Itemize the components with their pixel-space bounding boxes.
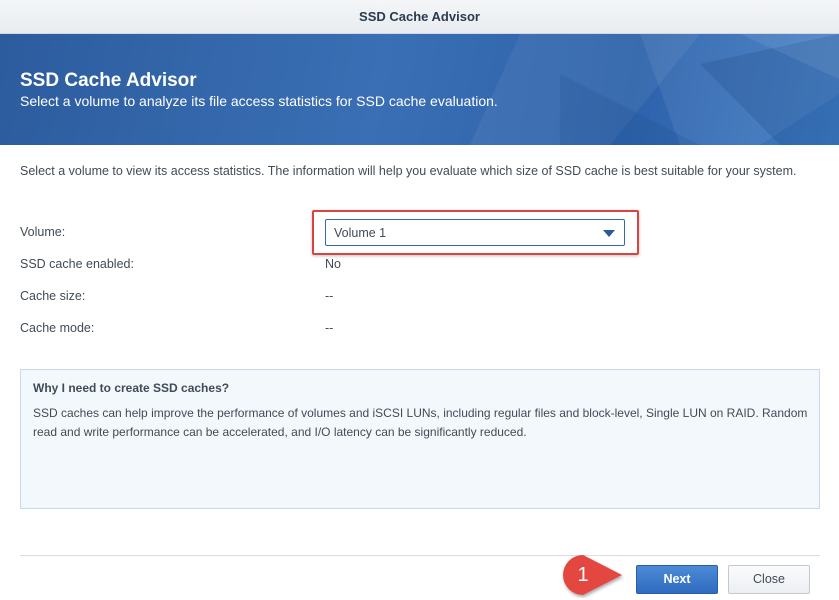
banner-subtitle: Select a volume to analyze its file acce… bbox=[20, 93, 498, 109]
cache-size-label: Cache size: bbox=[20, 289, 86, 303]
info-body: SSD caches can help improve the performa… bbox=[33, 406, 808, 439]
chevron-down-icon bbox=[603, 230, 615, 237]
cache-mode-row: Cache mode: -- bbox=[20, 319, 800, 339]
step-number-badge: 1 bbox=[560, 552, 626, 598]
header-banner: SSD Cache Advisor Select a volume to ana… bbox=[0, 34, 839, 145]
next-button[interactable]: Next bbox=[636, 565, 718, 594]
info-title: Why I need to create SSD caches? bbox=[33, 381, 230, 395]
banner-title: SSD Cache Advisor bbox=[20, 70, 197, 91]
ssd-cache-enabled-value: No bbox=[325, 257, 341, 271]
close-button[interactable]: Close bbox=[728, 565, 810, 594]
ssd-cache-enabled-row: SSD cache enabled: No bbox=[20, 255, 800, 275]
instructions-text: Select a volume to view its access stati… bbox=[20, 164, 797, 178]
volume-select-value: Volume 1 bbox=[334, 226, 387, 240]
volume-label: Volume: bbox=[20, 225, 66, 239]
volume-select[interactable]: Volume 1 bbox=[325, 219, 625, 246]
footer-divider bbox=[20, 555, 820, 556]
cache-size-value: -- bbox=[325, 289, 334, 303]
cache-mode-value: -- bbox=[325, 321, 334, 335]
window-title: SSD Cache Advisor bbox=[359, 9, 480, 24]
window-title-bar: SSD Cache Advisor bbox=[0, 0, 839, 34]
step-number: 1 bbox=[577, 564, 589, 586]
info-panel: Why I need to create SSD caches? SSD cac… bbox=[20, 369, 820, 509]
cache-mode-label: Cache mode: bbox=[20, 321, 95, 335]
ssd-cache-enabled-label: SSD cache enabled: bbox=[20, 257, 134, 271]
cache-size-row: Cache size: -- bbox=[20, 287, 800, 307]
